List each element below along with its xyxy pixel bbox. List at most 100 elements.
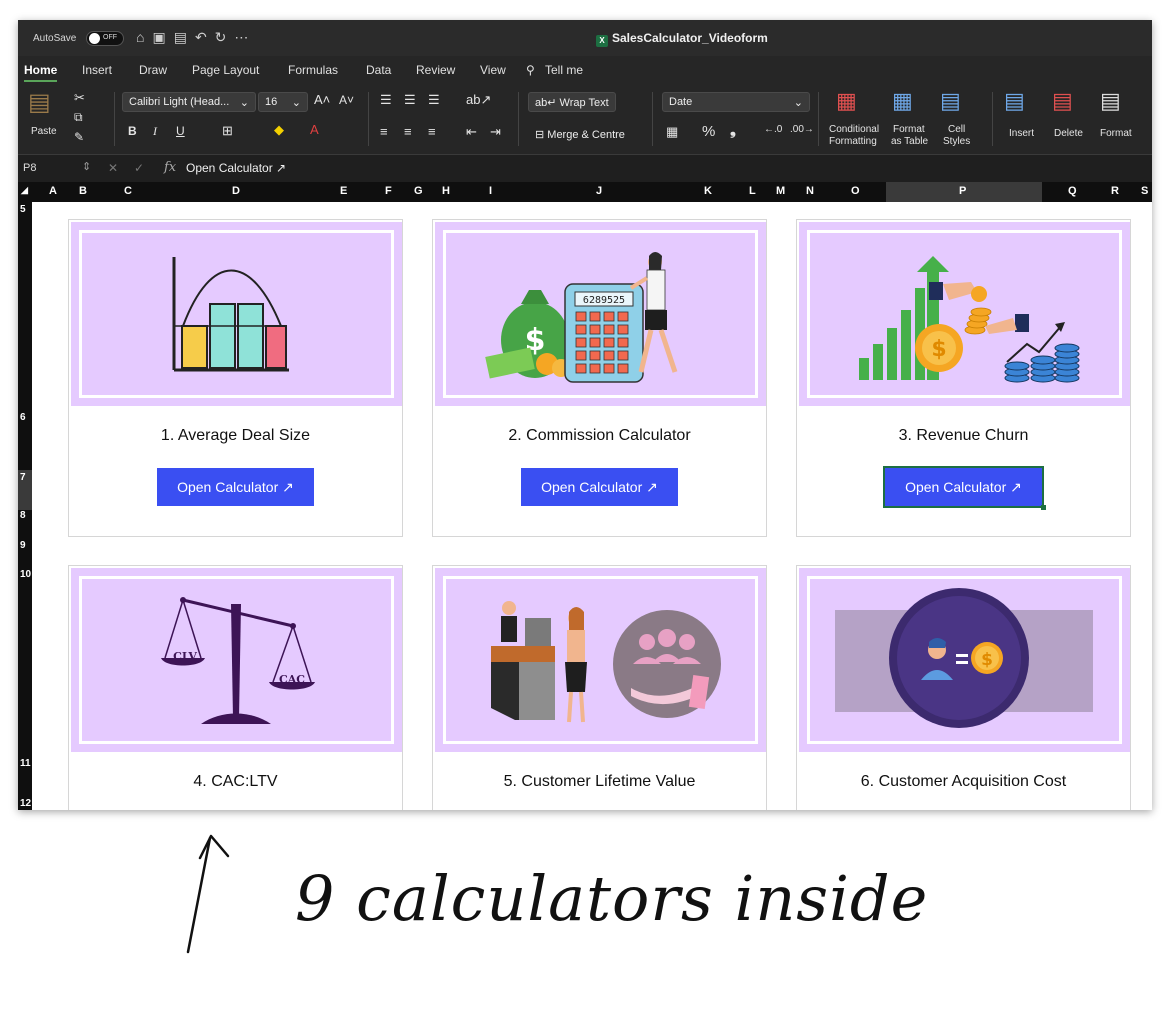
column-header-n[interactable]: N: [806, 185, 814, 197]
format-as-table-line1[interactable]: Format: [893, 124, 925, 135]
confirm-icon[interactable]: ✓: [134, 161, 144, 175]
column-header-k[interactable]: K: [704, 185, 712, 197]
decrease-decimal-icon[interactable]: .00→: [790, 124, 814, 135]
name-box[interactable]: P8: [23, 162, 36, 174]
column-header-e[interactable]: E: [340, 185, 347, 197]
column-header-h[interactable]: H: [442, 185, 450, 197]
column-header-g[interactable]: G: [414, 185, 423, 197]
row-header-12[interactable]: 12: [20, 798, 31, 809]
undo-icon[interactable]: ↶: [195, 29, 207, 46]
tab-insert[interactable]: Insert: [82, 63, 112, 77]
column-header-j[interactable]: J: [596, 185, 602, 197]
decrease-font-icon[interactable]: A˅: [339, 93, 354, 107]
font-size-select[interactable]: 16 ⌄: [258, 92, 308, 112]
autosave-toggle[interactable]: OFF: [86, 31, 124, 46]
wrap-text-button[interactable]: ab↵ Wrap Text: [528, 92, 616, 112]
redo-icon[interactable]: ↻: [215, 29, 227, 46]
column-header-q[interactable]: Q: [1068, 185, 1077, 197]
home-icon[interactable]: ⌂: [136, 29, 144, 46]
align-right-icon[interactable]: ≡: [428, 124, 436, 139]
bold-button[interactable]: B: [128, 124, 137, 138]
row-header-10[interactable]: 10: [20, 569, 31, 580]
align-center-icon[interactable]: ≡: [404, 124, 412, 139]
row-header-5[interactable]: 5: [20, 204, 26, 215]
conditional-formatting-line2[interactable]: Formatting: [829, 136, 877, 147]
insert-cells-label[interactable]: Insert: [1009, 128, 1034, 139]
increase-indent-icon[interactable]: ⇥: [490, 124, 501, 140]
column-header-f[interactable]: F: [385, 185, 392, 197]
open-calculator-button[interactable]: Open Calculator ↗: [157, 468, 314, 506]
select-all-icon[interactable]: ◢: [21, 185, 28, 196]
clipboard-icon[interactable]: ▤: [28, 88, 51, 117]
tab-home[interactable]: Home: [24, 63, 58, 82]
underline-button[interactable]: U: [176, 124, 185, 138]
cancel-icon[interactable]: ✕: [108, 161, 118, 175]
italic-button[interactable]: I: [153, 124, 157, 139]
number-format-select[interactable]: Date ⌄: [662, 92, 810, 112]
insert-cells-icon[interactable]: ▤: [1004, 88, 1025, 114]
increase-font-icon[interactable]: A˄: [314, 92, 330, 107]
row-header-7[interactable]: 7: [20, 472, 26, 483]
tab-page-layout[interactable]: Page Layout: [192, 63, 259, 77]
orientation-icon[interactable]: ab↗: [466, 92, 491, 108]
merge-centre-button[interactable]: ⊟ Merge & Centre: [528, 124, 646, 144]
fill-color-icon[interactable]: ◆: [274, 122, 284, 138]
cell-styles-line2[interactable]: Styles: [943, 136, 970, 147]
column-header-i[interactable]: I: [489, 185, 492, 197]
column-header-s[interactable]: S: [1141, 185, 1148, 197]
more-icon[interactable]: ⋯: [234, 29, 248, 46]
borders-icon[interactable]: ⊞: [222, 123, 233, 139]
align-left-icon[interactable]: ≡: [380, 124, 388, 139]
column-header-o[interactable]: O: [851, 185, 860, 197]
column-header-m[interactable]: M: [776, 185, 785, 197]
row-header-6[interactable]: 6: [20, 412, 26, 423]
tab-tell-me[interactable]: Tell me: [545, 63, 583, 77]
tab-view[interactable]: View: [480, 63, 506, 77]
format-cells-label[interactable]: Format: [1100, 128, 1132, 139]
open-calculator-button[interactable]: Open Calculator ↗: [883, 466, 1046, 510]
cell-styles-icon[interactable]: ▤: [940, 88, 961, 114]
save-icon[interactable]: ▣: [152, 29, 165, 46]
increase-decimal-icon[interactable]: ←.0: [764, 124, 782, 135]
tab-review[interactable]: Review: [416, 63, 455, 77]
column-header-r[interactable]: R: [1111, 185, 1119, 197]
function-icon[interactable]: fx: [164, 160, 176, 175]
decrease-indent-icon[interactable]: ⇤: [466, 124, 477, 140]
formula-input[interactable]: Open Calculator ↗: [186, 160, 1152, 178]
percent-button[interactable]: %: [702, 123, 715, 140]
tab-formulas[interactable]: Formulas: [288, 63, 338, 77]
column-header-p[interactable]: P: [959, 185, 966, 197]
column-header-l[interactable]: L: [749, 185, 756, 197]
format-as-table-line2[interactable]: as Table: [891, 136, 928, 147]
delete-cells-icon[interactable]: ▤: [1052, 88, 1073, 114]
cut-icon[interactable]: ✂: [74, 90, 85, 106]
align-top-icon[interactable]: ☰: [380, 92, 392, 108]
format-painter-icon[interactable]: ✎: [74, 130, 84, 144]
align-middle-icon[interactable]: ☰: [404, 92, 416, 108]
column-header-a[interactable]: A: [49, 185, 57, 197]
column-header-d[interactable]: D: [232, 185, 240, 197]
conditional-formatting-line1[interactable]: Conditional: [829, 124, 879, 135]
align-bottom-icon[interactable]: ☰: [428, 92, 440, 108]
delete-cells-label[interactable]: Delete: [1054, 128, 1083, 139]
fill-handle[interactable]: [1041, 505, 1046, 510]
accounting-icon[interactable]: ▦: [666, 124, 678, 140]
font-name-select[interactable]: Calibri Light (Head... ⌄: [122, 92, 256, 112]
row-header-8[interactable]: 8: [20, 510, 26, 521]
column-header-b[interactable]: B: [79, 185, 87, 197]
tab-draw[interactable]: Draw: [139, 63, 167, 77]
save-as-icon[interactable]: ▤: [174, 29, 187, 46]
paste-label[interactable]: Paste: [31, 126, 57, 137]
column-header-c[interactable]: C: [124, 185, 132, 197]
row-header-9[interactable]: 9: [20, 540, 26, 551]
comma-button[interactable]: ❟: [730, 122, 736, 139]
name-box-stepper-icon[interactable]: ⇕: [82, 160, 91, 173]
format-as-table-icon[interactable]: ▦: [892, 88, 913, 114]
font-color-icon[interactable]: A: [310, 122, 319, 137]
open-calculator-button[interactable]: Open Calculator ↗: [521, 468, 678, 506]
conditional-formatting-icon[interactable]: ▦: [836, 88, 857, 114]
copy-icon[interactable]: ⧉: [74, 110, 83, 125]
tab-data[interactable]: Data: [366, 63, 391, 77]
format-cells-icon[interactable]: ▤: [1100, 88, 1121, 114]
cell-styles-line1[interactable]: Cell: [948, 124, 965, 135]
